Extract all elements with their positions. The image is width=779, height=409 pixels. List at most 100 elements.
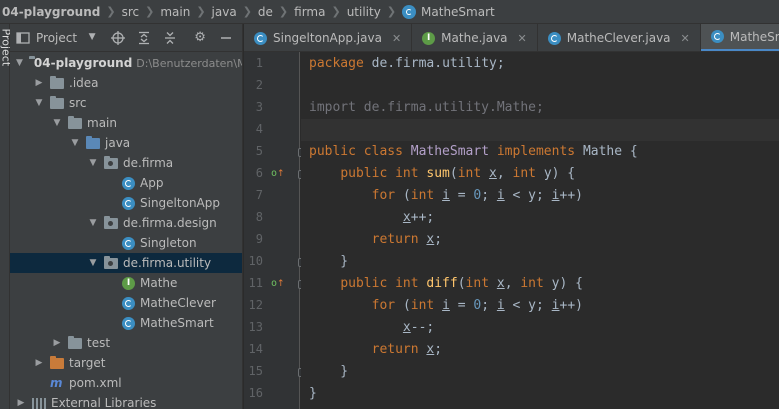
implements-method-icon[interactable]: o↑ [271,168,285,179]
line-number: 14 [248,342,263,356]
chevron-right-icon[interactable]: ▶ [34,358,44,368]
breadcrumb-item[interactable]: java [212,5,237,19]
tree-item[interactable]: ▼ de.firma.utility [10,253,242,273]
tree-item[interactable]: ▶ .idea [10,73,242,93]
tree-item[interactable]: I Mathe [10,273,242,293]
chevron-right-icon: ❯ [331,5,341,18]
tree-item[interactable]: App [10,173,242,193]
chevron-down-icon[interactable]: ▼ [85,31,99,45]
project-view-icon [16,31,30,45]
chevron-down-icon[interactable]: ▼ [52,118,62,128]
breadcrumb-item[interactable]: 04-playground [2,5,100,19]
chevron-right-icon: ❯ [145,5,155,18]
code-token: ( [402,188,411,203]
close-icon[interactable]: ✕ [681,32,690,45]
expand-all-icon[interactable] [137,31,151,45]
libraries-icon [32,397,46,409]
class-icon [710,30,724,43]
code-token: y) { [551,276,583,291]
tree-item[interactable]: ▼ 04-playground D:\Benutzerdaten\M [10,53,242,73]
line-number: 1 [255,56,263,70]
breadcrumb-item[interactable]: utility [347,5,381,19]
minimize-icon[interactable] [219,31,233,45]
editor-tab[interactable]: I Mathe.java ✕ [412,24,538,51]
code-token: x [489,166,497,181]
close-icon[interactable]: ✕ [518,32,527,45]
chevron-right-icon[interactable]: ▶ [34,78,44,88]
code-token: return [371,342,427,357]
tree-item[interactable]: MatheClever [10,293,242,313]
chevron-down-icon[interactable]: ▼ [16,58,23,68]
collapse-all-icon[interactable] [163,31,177,45]
chevron-down-icon[interactable]: ▼ [70,138,80,148]
breadcrumb-item[interactable]: main [160,5,190,19]
chevron-down-icon[interactable]: ▼ [88,218,98,228]
tree-item[interactable]: ▼ de.firma [10,153,242,173]
code-token: implements [496,144,583,159]
editor-tab[interactable]: SingeltonApp.java ✕ [244,24,413,51]
code-line: } [309,251,348,273]
package-icon [104,155,118,169]
folder-icon [50,95,64,109]
close-icon[interactable]: ✕ [392,32,401,45]
tree-item[interactable]: ▼ de.firma.design [10,213,242,233]
tree-item-label: src [69,96,87,110]
breadcrumb-item[interactable]: firma [294,5,325,19]
editor-tab[interactable]: MatheClever.java ✕ [538,24,701,51]
locate-file-icon[interactable] [111,30,126,45]
tree-item-label: MatheClever [140,296,216,310]
tree-item-label: de.firma.utility [123,256,212,270]
breadcrumb-item[interactable]: MatheSmart [402,4,495,19]
code-line: public int diff(int x, int y) { [309,273,583,295]
line-number: 16 [248,386,263,400]
tree-item-label: de.firma [123,156,174,170]
chevron-down-icon[interactable]: ▼ [34,98,44,108]
tree-item[interactable]: ▶ External Libraries [10,393,242,409]
tree-item[interactable]: ▼ java [10,133,242,153]
gear-icon[interactable]: ⚙ [193,31,207,45]
editor-tab-label: MatheClever.java [566,31,671,45]
editor-tabs: SingeltonApp.java ✕ I Mathe.java ✕ MatheCleve… [244,24,779,52]
tree-item[interactable]: ▶ target [10,353,242,373]
implements-method-icon[interactable]: o↑ [271,278,285,289]
tree-item[interactable]: ▶ test [10,333,242,353]
chevron-right-icon[interactable]: ▶ [16,398,26,408]
code-token: for [371,298,403,313]
editor-tab-label: Mathe.java [441,31,508,45]
tree-item[interactable]: Singleton [10,233,242,253]
line-number: 9 [255,232,263,246]
code-editor[interactable]: package de.firma.utility; import de.firma… [301,52,779,409]
code-token: < y; [504,298,552,313]
project-view-selector[interactable]: Project [36,31,77,45]
tree-item[interactable]: SingeltonApp [10,193,242,213]
code-line: import de.firma.utility.Mathe; [309,97,544,119]
breadcrumb-label: de [257,4,273,19]
tree-item-label: pom.xml [69,376,122,390]
breadcrumb-item[interactable]: src [122,5,140,19]
code-token: ; [481,298,497,313]
line-number: 12 [248,298,263,312]
chevron-right-icon: ❯ [196,5,206,18]
line-number: 7 [255,188,263,202]
editor-tab[interactable]: MatheSmart.java✕ [700,24,779,51]
code-line: public class MatheSmart implements Mathe… [309,141,638,163]
chevron-right-icon[interactable]: ▶ [52,338,62,348]
package-icon [104,255,118,269]
code-token: i [442,298,450,313]
tree-item[interactable]: m pom.xml [10,373,242,393]
tree-item[interactable]: ▼ main [10,113,242,133]
chevron-right-icon: ❯ [242,5,252,18]
code-token: diff [426,276,458,291]
chevron-right-icon: ❯ [278,5,289,18]
tree-item-label: 04-playground [33,56,133,70]
chevron-down-icon[interactable]: ▼ [88,258,98,268]
chevron-down-icon[interactable]: ▼ [88,158,98,168]
breadcrumb-label: src [121,4,140,19]
tree-item[interactable]: MatheSmart [10,313,242,333]
breadcrumb-item[interactable]: de [258,5,273,19]
tree-item[interactable]: ▼ src [10,93,242,113]
